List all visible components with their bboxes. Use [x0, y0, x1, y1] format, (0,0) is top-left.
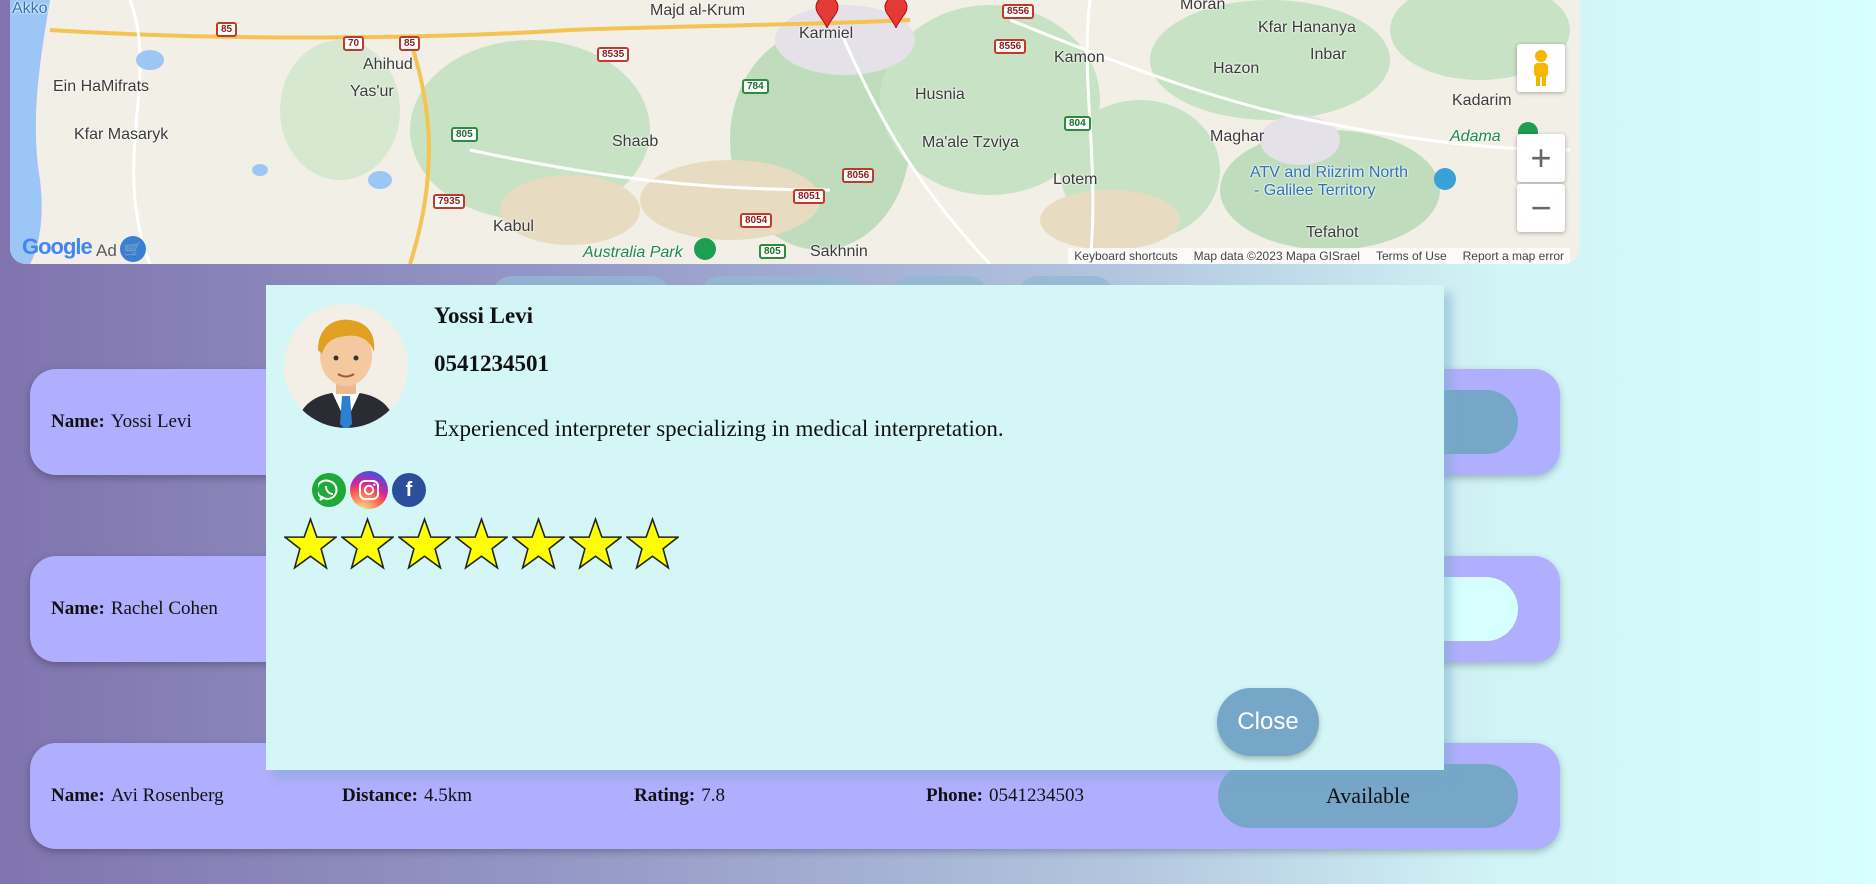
status-button[interactable]: Available [1218, 764, 1518, 828]
map-place: Adama [1450, 128, 1501, 145]
map-place: Akko [12, 0, 48, 17]
road-shield: 7935 [433, 194, 466, 209]
map-place: Lotem [1053, 171, 1098, 188]
modal-phone: 0541234501 [434, 351, 549, 376]
interpreter-profile-modal: Yossi Levi 0541234501 Experienced interp… [266, 285, 1444, 770]
map-place: Inbar [1310, 46, 1347, 63]
distance-label: Distance: [342, 785, 418, 806]
road-shield: 784 [742, 79, 769, 94]
rating-value: 7.8 [701, 785, 725, 806]
map[interactable]: Akko Majd al-Krum Moran Kfar Hananya Ahi… [10, 0, 1580, 264]
road-shield: 8056 [842, 168, 875, 183]
map-place: Sakhnin [810, 243, 868, 260]
map-place: Kamon [1054, 49, 1105, 66]
star-icon [284, 517, 337, 570]
star-icon [455, 517, 508, 570]
phone-label: Phone: [926, 785, 983, 806]
map-place: Kfar Hananya [1258, 19, 1356, 36]
instagram-icon[interactable] [350, 471, 388, 509]
close-button[interactable]: Close [1217, 688, 1319, 756]
modal-description: Experienced interpreter specializing in … [434, 416, 1004, 441]
ad-label: Ad [96, 241, 117, 260]
name-label: Name: [51, 411, 105, 432]
name-field: Name: Avi Rosenberg [51, 743, 224, 849]
map-place: Yas'ur [350, 83, 394, 100]
road-shield: 70 [343, 36, 365, 51]
map-place: Husnia [915, 86, 965, 103]
map-place: Hazon [1213, 60, 1260, 77]
star-icon [512, 517, 565, 570]
report-error-link[interactable]: Report a map error [1463, 249, 1564, 263]
star-icon [626, 517, 679, 570]
name-field: Name: Yossi Levi [51, 369, 192, 475]
map-place: Maghar [1210, 128, 1265, 145]
interpreter-name: Avi Rosenberg [110, 785, 224, 806]
road-shield: 85 [399, 36, 421, 51]
terms-link[interactable]: Terms of Use [1376, 249, 1447, 263]
rating-label: Rating: [634, 785, 696, 806]
map-place: Ahihud [363, 56, 413, 73]
map-place: Shaab [612, 133, 659, 150]
road-shield: 8535 [597, 47, 630, 62]
name-field: Name: Rachel Cohen [51, 556, 218, 662]
road-shield: 8054 [740, 213, 773, 228]
map-data-text: Map data ©2023 Mapa GISrael [1193, 249, 1360, 263]
map-place: Kabul [493, 218, 534, 235]
map-place: Kfar Masaryk [74, 126, 169, 143]
zoom-out-button[interactable]: − [1517, 184, 1565, 232]
map-place: Moran [1180, 0, 1226, 13]
map-marker-icon[interactable] [812, 0, 842, 28]
map-place: Kadarim [1452, 92, 1512, 109]
star-icon [398, 517, 451, 570]
road-shield: 85 [216, 22, 238, 37]
map-place: Tefahot [1306, 224, 1359, 241]
road-shield: 8051 [793, 189, 826, 204]
map-attribution: Keyboard shortcuts Map data ©2023 Mapa G… [1068, 248, 1570, 264]
road-shield: 805 [759, 244, 786, 259]
map-place: - Galilee Territory [1254, 182, 1376, 199]
phone-value: 0541234503 [989, 785, 1084, 806]
road-shield: 805 [451, 127, 478, 142]
modal-name: Yossi Levi [434, 303, 534, 328]
zoom-in-button[interactable]: + [1517, 134, 1565, 182]
map-marker-icon[interactable] [881, 0, 911, 28]
road-shield: 8556 [994, 39, 1027, 54]
park-icon [694, 238, 716, 260]
star-icon [569, 517, 622, 570]
social-links: f [312, 471, 426, 509]
name-label: Name: [51, 598, 105, 619]
google-logo: Google [22, 234, 93, 260]
facebook-icon[interactable]: f [392, 473, 426, 507]
name-label: Name: [51, 785, 105, 806]
camera-poi-icon [1434, 168, 1456, 190]
rating-stars [284, 517, 679, 570]
distance-value: 4.5km [423, 785, 473, 806]
map-place: Majd al-Krum [650, 2, 746, 19]
map-place: Ein HaMifrats [53, 78, 150, 95]
interpreter-name: Rachel Cohen [110, 598, 218, 619]
avatar [284, 304, 408, 428]
star-icon [341, 517, 394, 570]
cart-icon[interactable]: 🛒 [120, 236, 146, 262]
map-place: ATV and Riizrim North [1250, 164, 1408, 181]
interpreter-name: Yossi Levi [110, 411, 192, 432]
road-shield: 8556 [1002, 4, 1035, 19]
google-logo-text: Google [22, 234, 93, 259]
map-place: Ma'ale Tzviya [922, 134, 1020, 151]
road-shield: 804 [1064, 116, 1091, 131]
keyboard-shortcuts-link[interactable]: Keyboard shortcuts [1074, 249, 1177, 263]
facebook-glyph: f [405, 478, 413, 501]
map-place: Australia Park [583, 244, 683, 261]
whatsapp-icon[interactable] [312, 473, 346, 507]
pegman-icon[interactable] [1517, 44, 1565, 92]
